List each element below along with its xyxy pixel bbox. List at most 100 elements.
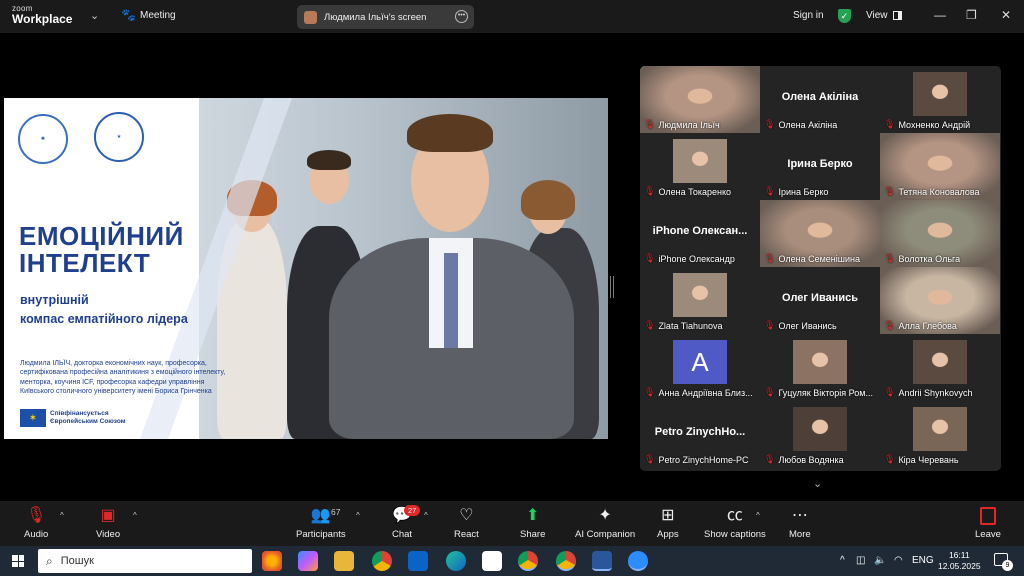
- participant-tile[interactable]: 🎙 Zlata Tiahunova: [640, 267, 760, 334]
- participant-tile[interactable]: 🎙 Мохненко Андрій: [880, 66, 1000, 133]
- participant-tile[interactable]: 🎙 Людмила Ільїч: [640, 66, 760, 133]
- word-icon[interactable]: [592, 551, 612, 571]
- file-explorer-icon[interactable]: [334, 551, 354, 571]
- participant-tile[interactable]: 🎙 Любов Водянка: [760, 401, 880, 468]
- zoom-icon[interactable]: [628, 551, 648, 571]
- participants-options-caret[interactable]: ^: [356, 511, 360, 520]
- participant-tile[interactable]: 🎙 Олена Токаренко: [640, 133, 760, 200]
- participant-tile[interactable]: A 🎙 Анна Андріївна Близ...: [640, 334, 760, 401]
- participant-label: 🎙 Любов Водянка: [764, 454, 878, 465]
- participant-label: 🎙 Гуцуляк Вікторія Ром...: [764, 387, 878, 398]
- participant-photo: [673, 273, 727, 317]
- woman-right-hair: [521, 180, 575, 220]
- chevron-down-icon[interactable]: ⌄: [90, 9, 99, 22]
- minimize-button[interactable]: —: [934, 8, 946, 22]
- university-emblem: ✺: [18, 114, 68, 164]
- participant-tile[interactable]: 🎙 Алла Глебова: [880, 267, 1000, 334]
- wifi-icon[interactable]: ◠: [894, 555, 903, 566]
- audio-options-caret[interactable]: ^: [60, 511, 64, 520]
- participant-display-name: iPhone Олексан...: [652, 225, 748, 237]
- audio-label: Audio: [24, 529, 49, 540]
- eu-line1: Співфінансується: [50, 410, 109, 417]
- participant-tile[interactable]: 🎙 Волотка Ольга: [880, 200, 1000, 267]
- audio-button[interactable]: 🎙 Audio: [24, 507, 48, 540]
- encryption-shield-icon[interactable]: ✓: [838, 9, 851, 23]
- screen-share-pill[interactable]: Людмила Ільїч's screen •••: [297, 5, 474, 29]
- view-button[interactable]: View: [866, 10, 902, 21]
- windows-taskbar: ⌕ Пошук ^ ◫ 🔈 ◠ ENG 16:11 12.05.2025 9: [0, 546, 1024, 576]
- meeting-toolbar: 🎙 Audio ^ ▣ Video ^ 👥 Participants 67 ^ …: [0, 501, 1024, 546]
- chat-options-caret[interactable]: ^: [424, 511, 428, 520]
- chat-label: Chat: [392, 529, 413, 540]
- firefox-icon[interactable]: [262, 551, 282, 571]
- participant-tile[interactable]: iPhone Олексан... 🎙 iPhone Олександр: [640, 200, 760, 267]
- outlook-icon[interactable]: [408, 551, 428, 571]
- network-icon[interactable]: ◫: [856, 555, 865, 566]
- sign-in-link[interactable]: Sign in: [793, 10, 824, 21]
- apps-grid-icon: ⊞: [661, 507, 675, 524]
- close-button[interactable]: ✕: [1001, 8, 1011, 22]
- participant-label: 🎙 Людмила Ільїч: [644, 119, 758, 130]
- slide-author-bio: Людмила ІЛЬЇЧ, докторка економічних наук…: [20, 359, 250, 396]
- share-button[interactable]: ⬆ Share: [520, 507, 545, 540]
- leave-button[interactable]: Leave: [975, 507, 1001, 540]
- mic-muted-icon: 🎙: [644, 119, 656, 129]
- gallery-next-chevron-icon[interactable]: ⌄: [813, 477, 822, 490]
- participant-tile[interactable]: Ірина Берко 🎙 Ірина Берко: [760, 133, 880, 200]
- heart-icon: ♡: [459, 507, 474, 524]
- taskbar-clock[interactable]: 16:11 12.05.2025: [938, 550, 981, 572]
- react-button[interactable]: ♡ React: [454, 507, 479, 540]
- participant-name: Алла Глебова: [898, 320, 957, 331]
- mic-muted-icon: 🎙: [884, 186, 896, 196]
- participant-tile[interactable]: 🎙 Тетяна Коновалова: [880, 133, 1000, 200]
- panel-resize-handle[interactable]: [610, 276, 614, 298]
- share-arrow-icon: ⬆: [525, 507, 540, 524]
- chrome-profile2-icon[interactable]: [556, 551, 576, 571]
- participant-tile[interactable]: 🎙 Кіра Черевань: [880, 401, 1000, 468]
- participant-tile[interactable]: Олег Иванись 🎙 Олег Иванись: [760, 267, 880, 334]
- eu-flag-icon: ✶: [20, 409, 46, 427]
- mic-muted-icon: 🎙: [764, 253, 776, 263]
- participant-photo: [673, 139, 727, 183]
- participant-tile[interactable]: Олена Акіліна 🎙 Олена Акіліна: [760, 66, 880, 133]
- mic-muted-icon: 🎙: [764, 387, 776, 397]
- more-button[interactable]: ⋯ More: [789, 507, 811, 540]
- more-options-icon[interactable]: •••: [455, 10, 468, 23]
- tray-overflow-chevron-icon[interactable]: ^: [840, 555, 845, 566]
- sparkle-icon: ✦: [598, 507, 612, 524]
- chrome-profile-icon[interactable]: [518, 551, 538, 571]
- edge-icon[interactable]: [446, 551, 466, 571]
- windows-start-icon[interactable]: [12, 555, 24, 567]
- video-options-caret[interactable]: ^: [133, 511, 137, 520]
- participants-label: Participants: [296, 529, 346, 540]
- notification-count: 9: [1002, 560, 1013, 571]
- taskbar-search[interactable]: ⌕ Пошук: [38, 549, 252, 573]
- participant-tile[interactable]: 🎙 Andrii Shynkovych: [880, 334, 1000, 401]
- taskbar-app-icon[interactable]: [482, 551, 502, 571]
- participant-tile[interactable]: 🎙 Гуцуляк Вікторія Ром...: [760, 334, 880, 401]
- notification-center-icon[interactable]: 9: [994, 553, 1013, 571]
- restore-button[interactable]: ❐: [966, 8, 977, 22]
- video-button[interactable]: ▣ Video: [96, 507, 120, 540]
- volume-icon[interactable]: 🔈: [874, 555, 886, 566]
- ai-companion-button[interactable]: ✦ AI Companion: [575, 507, 635, 540]
- participant-photo: [793, 340, 847, 384]
- chat-button[interactable]: 💬 Chat 27: [392, 505, 421, 540]
- participant-tile[interactable]: Petro ZinychHo... 🎙 Petro ZinychHome-PC: [640, 401, 760, 468]
- main-man-tie: [444, 253, 458, 348]
- participant-name: Мохненко Андрій: [898, 119, 971, 130]
- captions-options-caret[interactable]: ^: [756, 511, 760, 520]
- search-icon: ⌕: [46, 553, 53, 568]
- participant-label: 🎙 iPhone Олександр: [644, 253, 758, 264]
- participant-label: 🎙 Анна Андріївна Близ...: [644, 387, 758, 398]
- copilot-icon[interactable]: [298, 551, 318, 571]
- apps-button[interactable]: ⊞ Apps: [657, 507, 679, 540]
- meeting-label: Meeting: [140, 10, 176, 21]
- chrome-icon[interactable]: [372, 551, 392, 571]
- participants-count: 67: [331, 507, 341, 517]
- participants-button[interactable]: 👥 Participants 67: [296, 507, 346, 540]
- participant-label: 🎙 Кіра Черевань: [884, 454, 998, 465]
- meeting-menu-button[interactable]: 🐾 Meeting: [121, 9, 176, 22]
- language-indicator[interactable]: ENG: [912, 555, 934, 566]
- participant-tile[interactable]: 🎙 Олена Семенішина: [760, 200, 880, 267]
